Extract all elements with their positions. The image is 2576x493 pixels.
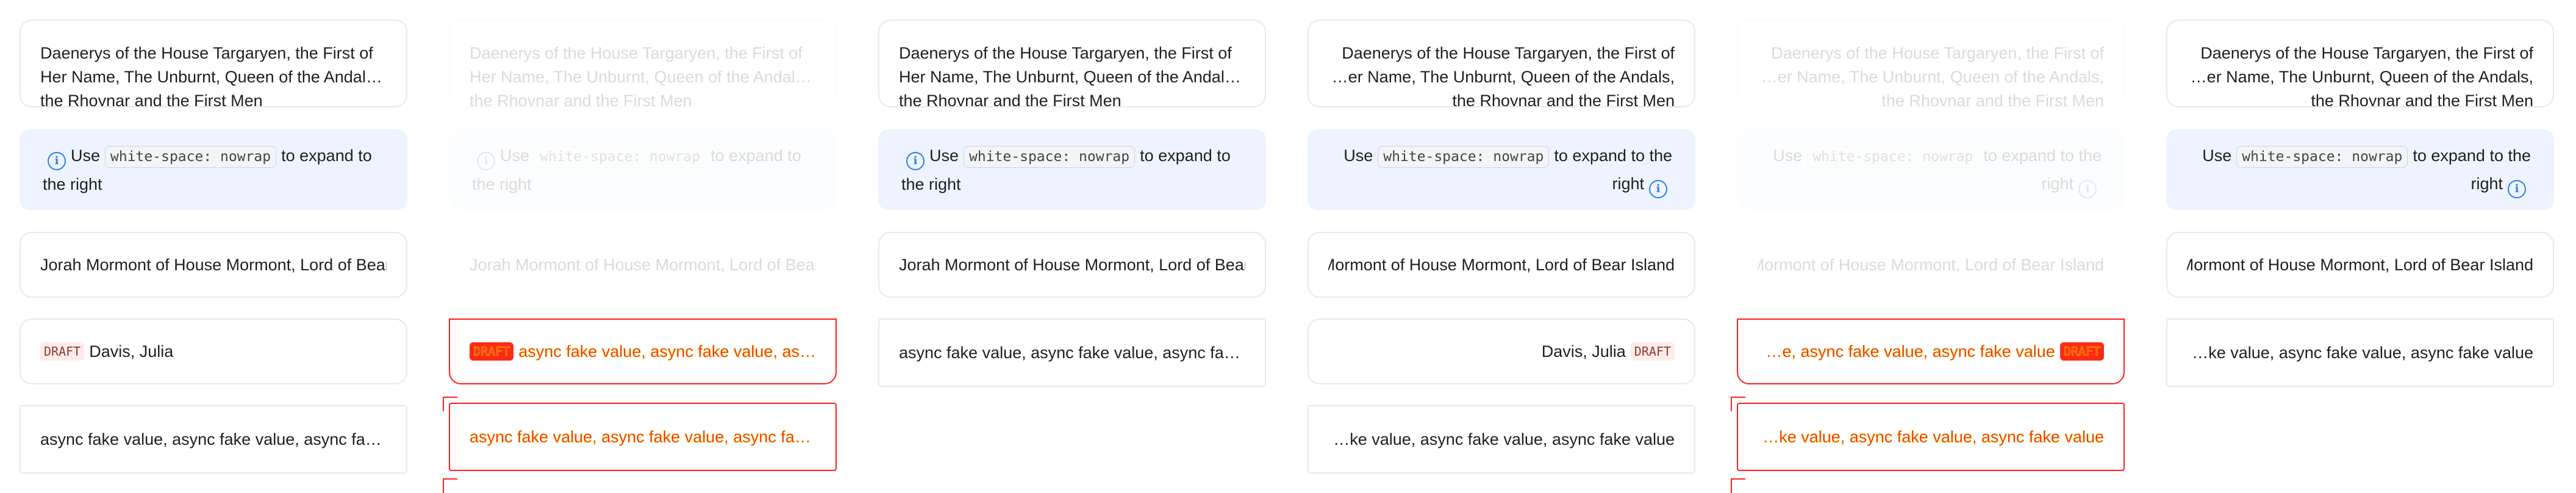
info-callout: Use white-space: nowrap to expand to the r… (1308, 129, 1695, 210)
mormont-card: Jorah Mormont of House Mormont, Lord of … (2166, 232, 2554, 298)
async-select[interactable]: async fake value, async fake value, asyn… (20, 405, 407, 473)
code-snippet: white-space: nowrap (964, 146, 1136, 168)
truncation-demo-grid: Daenerys of the House Targaryen, the Fir… (0, 0, 2576, 493)
draft-badge: DRAFT (1630, 342, 1675, 361)
mormont-card: Jorah Mormont of House Mormont, Lord of … (1737, 232, 2125, 298)
corner-marker (1731, 397, 1745, 411)
mormont-text: Jorah Mormont of House Mormont, Lord of … (899, 255, 1245, 274)
column-ltr: Daenerys of the House Targaryen, the Fir… (20, 20, 409, 483)
long-name-text: Daenerys of the House Targaryen, the Fir… (470, 44, 808, 107)
person-name: Davis, Julia (1541, 342, 1626, 361)
long-name-card: Daenerys of the House Targaryen, the Fir… (449, 20, 837, 107)
async-value-text: async fake value, async fake value, asyn… (1758, 427, 2104, 446)
mormont-card: Jorah Mormont of House Mormont, Lord of … (20, 232, 407, 298)
corner-marker (1731, 478, 1745, 493)
async-value-text: async fake value, async fake value, asyn… (518, 342, 816, 361)
long-name-text: Daenerys of the House Targaryen, the Fir… (899, 44, 1237, 107)
draft-badge: DRAFT (2059, 342, 2104, 361)
code-snippet: white-space: nowrap (1378, 146, 1550, 168)
mormont-card: Jorah Mormont of House Mormont, Lord of … (449, 232, 837, 298)
info-callout: i Use white-space: nowrap to expand to the … (878, 129, 1266, 210)
person-card[interactable]: Davis, Julia DRAFT (1308, 318, 1695, 384)
person-card-overlay: DRAFT async fake value, async fake value… (449, 318, 837, 384)
mormont-text: Jorah Mormont of House Mormont, Lord of … (1758, 255, 2104, 274)
async-select[interactable]: async fake value, async fake value, asyn… (2166, 318, 2554, 387)
long-name-text: Daenerys of the House Targaryen, the Fir… (1766, 44, 2104, 107)
async-value-text: async fake value, async fake value, asyn… (40, 430, 387, 448)
column-rtl-2: Daenerys of the House Targaryen, the Fir… (2166, 20, 2555, 483)
info-callout: i Use white-space: nowrap to expand to the … (20, 129, 407, 210)
async-value-text: async fake value, async fake value, asyn… (1328, 430, 1675, 448)
mormont-card: Jorah Mormont of House Mormont, Lord of … (1308, 232, 1695, 298)
long-name-card: Daenerys of the House Targaryen, the Fir… (1308, 20, 1695, 107)
info-callout: i Use white-space: nowrap to expand to the … (449, 129, 837, 210)
person-card[interactable]: DRAFT Davis, Julia (20, 318, 407, 384)
info-circle-icon: i (2078, 180, 2097, 198)
async-value-text: async fake value, async fake value, asyn… (1758, 342, 2055, 361)
person-name: Davis, Julia (89, 342, 174, 361)
info-circle-icon: i (477, 152, 495, 170)
long-name-text: Daenerys of the House Targaryen, the Fir… (2195, 44, 2533, 107)
info-circle-icon: i (906, 152, 925, 170)
code-snippet: white-space: nowrap (1807, 146, 1979, 168)
draft-badge: DRAFT (40, 342, 85, 361)
long-name-card: Daenerys of the House Targaryen, the Fir… (1737, 20, 2125, 107)
info-circle-icon: i (48, 152, 66, 170)
info-callout: Use white-space: nowrap to expand to the r… (1737, 129, 2125, 210)
mormont-text: Jorah Mormont of House Mormont, Lord of … (470, 255, 816, 274)
overlay-debug-boxes: DRAFT async fake value, async fake value… (443, 318, 838, 493)
long-name-text: Daenerys of the House Targaryen, the Fir… (40, 44, 379, 107)
async-value-text: async fake value, async fake value, asyn… (2187, 343, 2533, 362)
long-name-card: Daenerys of the House Targaryen, the Fir… (20, 20, 407, 107)
async-select[interactable]: async fake value, async fake value, asyn… (878, 318, 1266, 387)
async-value-text: async fake value, async fake value, asyn… (470, 427, 816, 446)
async-select-overlay: async fake value, async fake value, asyn… (1737, 403, 2125, 471)
corner-marker (443, 397, 457, 411)
async-select[interactable]: async fake value, async fake value, asyn… (1308, 405, 1695, 473)
async-value-text: async fake value, async fake value, asyn… (899, 343, 1245, 362)
mormont-text: Jorah Mormont of House Mormont, Lord of … (2187, 255, 2533, 274)
mormont-card: Jorah Mormont of House Mormont, Lord of … (878, 232, 1266, 298)
mormont-text: Jorah Mormont of House Mormont, Lord of … (40, 255, 387, 274)
mormont-text: Jorah Mormont of House Mormont, Lord of … (1328, 255, 1675, 274)
column-ltr-2: Daenerys of the House Targaryen, the Fir… (878, 20, 1267, 483)
corner-marker (443, 478, 457, 493)
async-select-overlay: async fake value, async fake value, asyn… (449, 403, 837, 471)
info-callout: Use white-space: nowrap to expand to the r… (2166, 129, 2554, 210)
overlay-debug-boxes-rtl: DRAFT async fake value, async fake value… (1731, 318, 2126, 493)
code-snippet: white-space: nowrap (105, 146, 277, 168)
long-name-text: Daenerys of the House Targaryen, the Fir… (1336, 44, 1675, 107)
draft-badge: DRAFT (470, 342, 514, 361)
person-card-overlay: DRAFT async fake value, async fake value… (1737, 318, 2125, 384)
long-name-card: Daenerys of the House Targaryen, the Fir… (2166, 20, 2554, 107)
info-circle-icon: i (2508, 180, 2526, 198)
column-rtl: Daenerys of the House Targaryen, the Fir… (1308, 20, 1697, 483)
code-snippet: white-space: nowrap (2236, 146, 2408, 168)
long-name-card: Daenerys of the House Targaryen, the Fir… (878, 20, 1266, 107)
info-circle-icon: i (1649, 180, 1667, 198)
code-snippet: white-space: nowrap (534, 146, 706, 168)
